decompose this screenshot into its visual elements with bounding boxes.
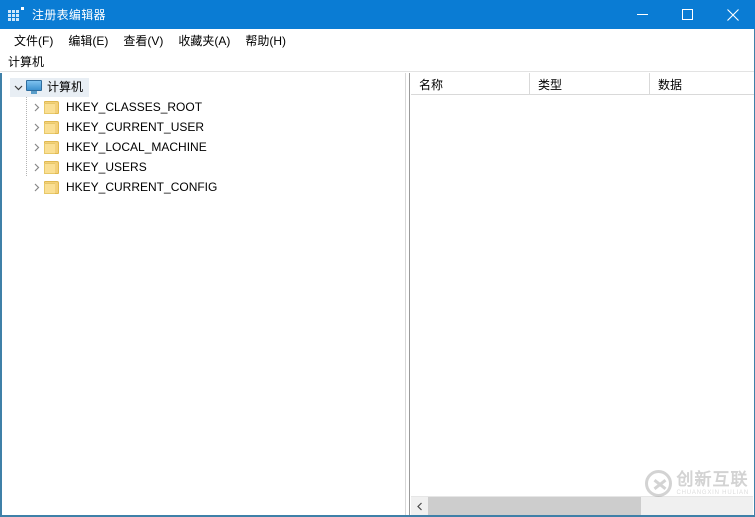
tree-item-label: HKEY_CURRENT_CONFIG bbox=[66, 178, 217, 197]
minimize-button[interactable] bbox=[620, 0, 665, 29]
window-controls bbox=[620, 0, 755, 29]
column-header-name[interactable]: 名称 bbox=[411, 73, 530, 95]
tree-item-label: HKEY_CURRENT_USER bbox=[66, 118, 204, 137]
menu-edit[interactable]: 编辑(E) bbox=[62, 30, 117, 51]
column-header-data[interactable]: 数据 bbox=[650, 73, 754, 95]
folder-icon bbox=[44, 101, 60, 114]
tree-item-hkey-current-config[interactable]: HKEY_CURRENT_CONFIG bbox=[2, 177, 405, 197]
folder-icon bbox=[44, 121, 60, 134]
tree-connector bbox=[26, 137, 27, 157]
title-bar[interactable]: 注册表编辑器 bbox=[0, 0, 755, 29]
tree-item-computer[interactable]: 计算机 bbox=[2, 77, 405, 97]
scrollbar-track[interactable] bbox=[428, 497, 753, 515]
window-border-left bbox=[0, 73, 2, 517]
maximize-button[interactable] bbox=[665, 0, 710, 29]
tree-item-label: HKEY_LOCAL_MACHINE bbox=[66, 138, 207, 157]
values-column-header: 名称 类型 数据 bbox=[411, 73, 754, 95]
folder-icon bbox=[44, 161, 60, 174]
tree-item-hkey-local-machine[interactable]: HKEY_LOCAL_MACHINE bbox=[2, 137, 405, 157]
chevron-right-icon[interactable] bbox=[28, 137, 44, 157]
pane-splitter[interactable] bbox=[405, 73, 410, 517]
column-header-type[interactable]: 类型 bbox=[530, 73, 650, 95]
menu-view[interactable]: 查看(V) bbox=[117, 30, 172, 51]
menu-bar: 文件(F) 编辑(E) 查看(V) 收藏夹(A) 帮助(H) bbox=[0, 29, 755, 52]
tree-connector bbox=[26, 97, 27, 117]
tree-connector bbox=[26, 157, 27, 177]
registry-editor-window: 注册表编辑器 文件(F) 编辑(E) 查看(V) 收藏夹(A) bbox=[0, 0, 755, 517]
address-bar[interactable]: 计算机 bbox=[0, 52, 755, 72]
scroll-left-button[interactable] bbox=[411, 497, 428, 515]
chevron-right-icon[interactable] bbox=[28, 117, 44, 137]
chevron-right-icon[interactable] bbox=[28, 97, 44, 117]
minimize-icon bbox=[637, 9, 648, 20]
maximize-icon bbox=[682, 9, 693, 20]
values-list-pane[interactable]: 名称 类型 数据 bbox=[411, 73, 754, 517]
main-content: 计算机 HKEY_CL bbox=[0, 73, 755, 517]
close-icon bbox=[727, 9, 739, 21]
tree-item-hkey-classes-root[interactable]: HKEY_CLASSES_ROOT bbox=[2, 97, 405, 117]
menu-help[interactable]: 帮助(H) bbox=[239, 30, 295, 51]
close-button[interactable] bbox=[710, 0, 755, 29]
chevron-right-icon[interactable] bbox=[28, 157, 44, 177]
tree-item-label: HKEY_USERS bbox=[66, 158, 147, 177]
address-path: 计算机 bbox=[0, 53, 44, 70]
tree-item-label: 计算机 bbox=[47, 78, 83, 97]
registry-icon bbox=[8, 7, 24, 23]
registry-tree: 计算机 HKEY_CL bbox=[2, 73, 405, 197]
folder-icon bbox=[44, 181, 60, 194]
menu-favorites[interactable]: 收藏夹(A) bbox=[172, 30, 239, 51]
registry-tree-pane[interactable]: 计算机 HKEY_CL bbox=[2, 73, 405, 517]
folder-icon bbox=[44, 141, 60, 154]
chevron-down-icon[interactable] bbox=[10, 77, 26, 97]
tree-item-hkey-current-user[interactable]: HKEY_CURRENT_USER bbox=[2, 117, 405, 137]
tree-item-label: HKEY_CLASSES_ROOT bbox=[66, 98, 202, 117]
chevron-left-icon bbox=[416, 502, 423, 511]
scrollbar-thumb[interactable] bbox=[428, 497, 641, 515]
horizontal-scrollbar[interactable] bbox=[411, 496, 753, 515]
window-title: 注册表编辑器 bbox=[32, 6, 106, 23]
tree-item-hkey-users[interactable]: HKEY_USERS bbox=[2, 157, 405, 177]
computer-icon bbox=[26, 80, 42, 94]
menu-file[interactable]: 文件(F) bbox=[8, 30, 62, 51]
values-list-body[interactable] bbox=[411, 95, 754, 493]
chevron-right-icon[interactable] bbox=[28, 177, 44, 197]
tree-connector bbox=[26, 117, 27, 137]
